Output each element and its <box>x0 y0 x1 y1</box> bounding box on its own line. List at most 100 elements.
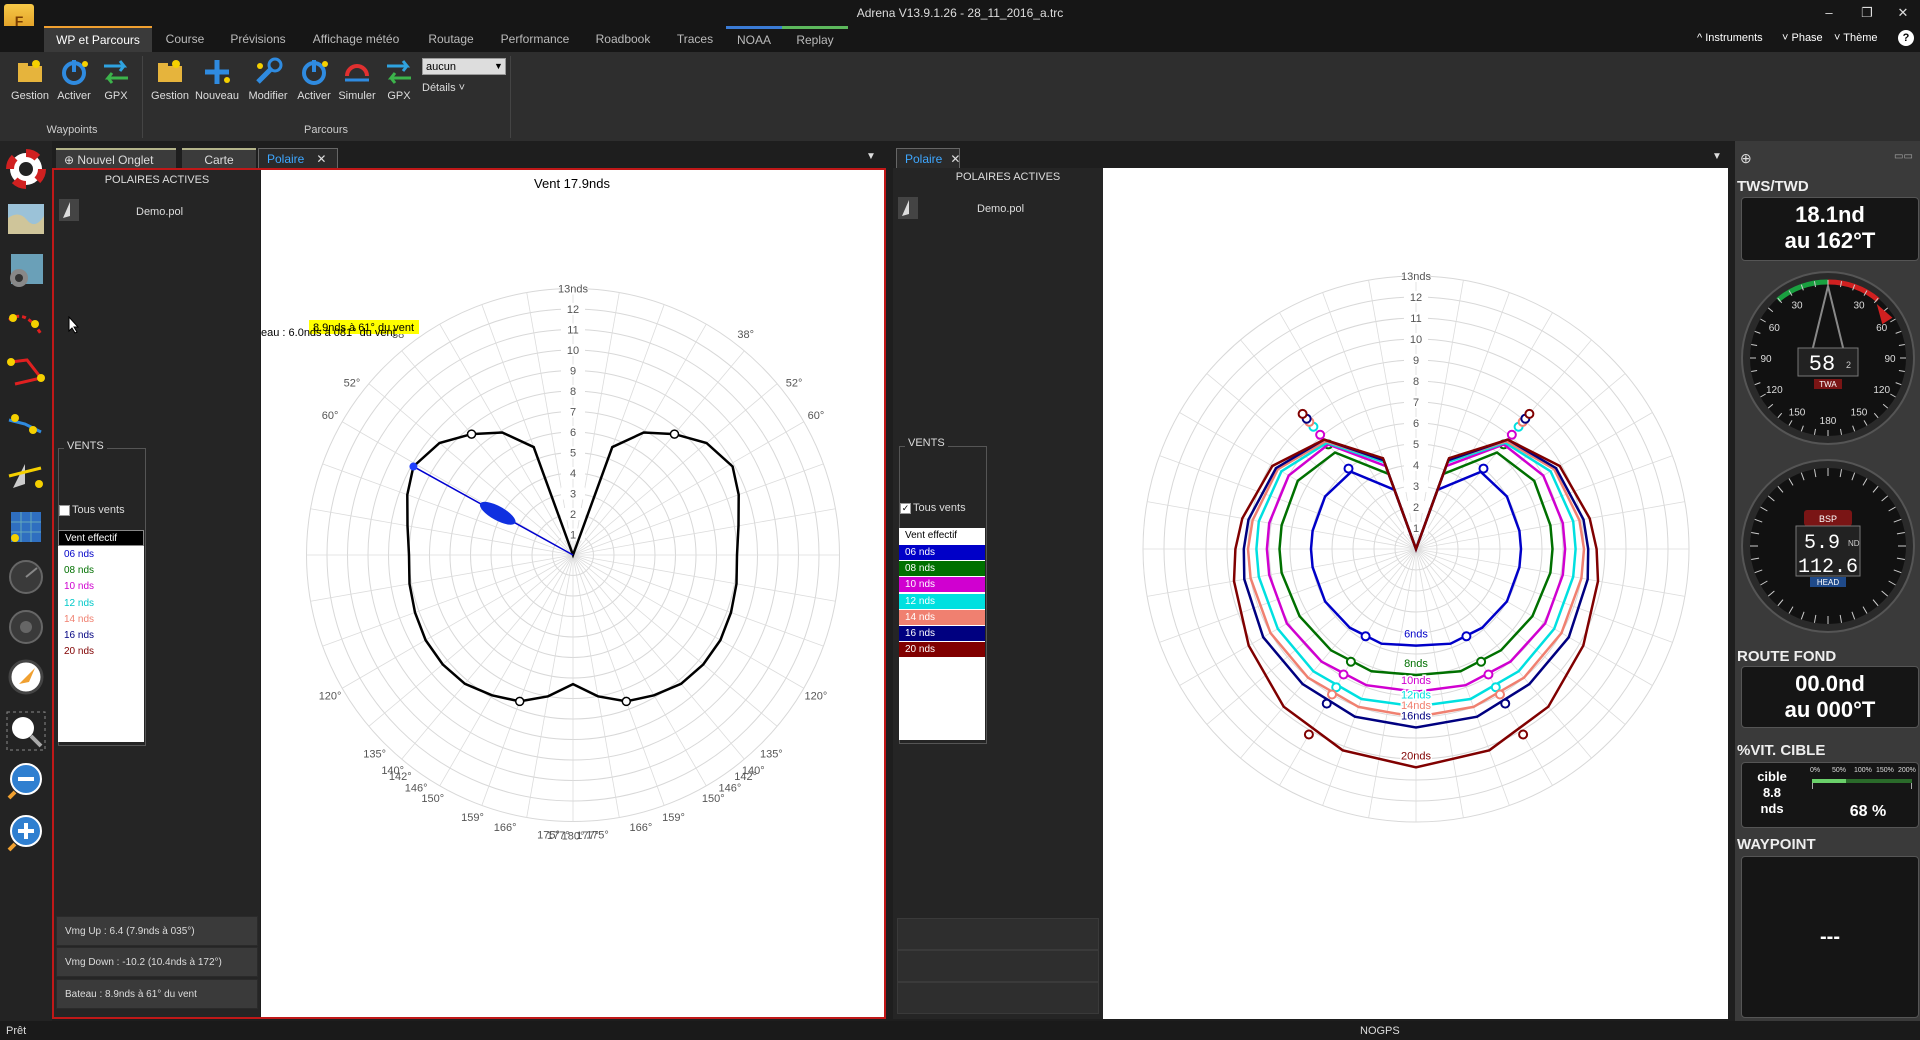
settings-map-icon[interactable] <box>5 250 47 292</box>
wind-item[interactable]: 08 nds <box>899 561 985 578</box>
help-button[interactable]: ? <box>1898 30 1914 46</box>
compass-icon[interactable] <box>5 656 47 698</box>
radial-tick-label: 11 <box>1410 313 1421 325</box>
tws-value: 18.1nd <box>1795 202 1865 227</box>
close-tab-icon[interactable]: ✕ <box>950 152 960 166</box>
wind-item[interactable]: 06 nds <box>899 545 985 561</box>
tws-readout[interactable]: 18.1nd au 162°T <box>1741 197 1919 261</box>
gauge-icon[interactable] <box>5 556 47 598</box>
vmg-point <box>1303 729 1314 740</box>
waypoints-gestion-button[interactable]: Gestion <box>8 56 52 102</box>
polar-file-icon[interactable] <box>897 196 919 220</box>
wind-item[interactable]: 20 nds <box>58 644 144 660</box>
target-readout[interactable]: cible 8.8 nds 0% 50% 100% 150% 200% 68 % <box>1741 762 1919 828</box>
map-icon[interactable] <box>5 198 47 240</box>
wind-item[interactable]: 16 nds <box>58 628 144 644</box>
twa-gauge[interactable]: 30 60 90 120 150 180 150 120 90 60 30 58 2 TWA <box>1738 268 1918 448</box>
dial-icon[interactable] <box>5 606 47 648</box>
angle-label: 142° <box>389 771 412 783</box>
vmg-point <box>1495 689 1505 700</box>
parcours-simuler-button[interactable]: Simuler <box>334 56 380 102</box>
tab-noaa[interactable]: NOAA <box>726 26 782 55</box>
tab-affichage-meteo[interactable]: Affichage météo <box>304 26 408 52</box>
route-edit-icon[interactable] <box>5 350 47 392</box>
polar-file-name[interactable]: Demo.pol <box>977 203 1024 215</box>
tab-roadbook[interactable]: Roadbook <box>586 26 660 52</box>
tab-polaire-left[interactable]: Polaire ✕ <box>258 148 338 168</box>
tab-polaire-right[interactable]: Polaire ✕ <box>896 148 960 168</box>
add-instrument-icon[interactable]: ⊕ <box>1740 150 1752 167</box>
boat-icon <box>479 501 516 525</box>
tab-course[interactable]: Course <box>158 26 212 52</box>
wind-item[interactable]: 14 nds <box>58 612 144 628</box>
waypoints-activer-button[interactable]: Activer <box>54 56 94 102</box>
zoom-icon[interactable] <box>5 710 47 752</box>
wind-item[interactable]: 14 nds <box>899 609 985 626</box>
cog-readout[interactable]: 00.0nd au 000°T <box>1741 666 1919 728</box>
tous-vents-checkbox[interactable] <box>59 505 70 516</box>
parcours-group-label: Parcours <box>303 124 349 136</box>
radial-tick-label: 1 <box>570 530 576 542</box>
wind-header[interactable]: Vent effectif <box>58 530 144 546</box>
tab-routage[interactable]: Routage <box>418 26 484 52</box>
polar-file-icon[interactable] <box>58 198 80 222</box>
gps-status: NOGPS <box>1360 1025 1400 1037</box>
tab-traces[interactable]: Traces <box>670 26 720 52</box>
waypoint-readout[interactable]: --- <box>1741 856 1919 1018</box>
angle-label: 166° <box>494 822 517 834</box>
tous-vents-checkbox[interactable]: ✓ <box>900 503 911 514</box>
phase-menu[interactable]: ˅ Phase <box>1782 32 1823 44</box>
vmg-down-readout <box>897 950 1099 982</box>
theme-menu[interactable]: ˅ Thème <box>1834 32 1878 44</box>
tab-nouvel-onglet[interactable]: ⊕ Nouvel Onglet <box>56 148 176 168</box>
parcours-gestion-button[interactable]: Gestion <box>148 56 192 102</box>
wind-item[interactable]: 20 nds <box>899 642 985 659</box>
bsp-head-gauge[interactable]: BSP 5.9 ND 112.6 HEAD <box>1738 456 1918 636</box>
left-polar-chart[interactable]: 1 2 3 4 5 6 7 8 9 10 11 12 13nds 38° 38° 52° 52° 60° 60° 12… <box>261 170 884 1017</box>
wind-item[interactable]: 12 nds <box>899 593 985 610</box>
wind-header[interactable]: Vent effectif <box>899 528 985 544</box>
wind-item[interactable]: 06 nds <box>58 547 144 563</box>
target-percent: 68 % <box>1849 803 1887 820</box>
parcours-gpx-button[interactable]: GPX <box>380 56 418 102</box>
restore-button[interactable]: ❐ <box>1852 3 1882 23</box>
waypoints-gpx-button[interactable]: GPX <box>96 56 136 102</box>
tab-dropdown-icon[interactable]: ▼ <box>866 151 876 162</box>
route-icon[interactable] <box>5 300 47 342</box>
parcours-modifier-button[interactable]: Modifier <box>244 56 292 102</box>
wind-item[interactable]: 08 nds <box>58 563 144 579</box>
details-button[interactable]: Détails ˅ <box>422 82 465 94</box>
wind-item[interactable]: 10 nds <box>899 577 985 594</box>
minimize-button[interactable]: – <box>1814 3 1844 23</box>
wind-item[interactable]: 10 nds <box>58 579 144 595</box>
route-blue-icon[interactable] <box>5 402 47 444</box>
zoom-out-icon[interactable] <box>5 760 47 802</box>
panel-options-icon[interactable]: ▭▭ <box>1894 151 1913 162</box>
grid-route-icon[interactable] <box>5 506 47 548</box>
target-label: cible <box>1757 769 1787 784</box>
radial-tick-label: 9 <box>570 366 576 378</box>
target-scale-ticks <box>1812 783 1912 789</box>
angle-label: 60° <box>808 410 825 422</box>
tab-previsions[interactable]: Prévisions <box>222 26 294 52</box>
tab-replay[interactable]: Replay <box>782 26 848 55</box>
boat-route-icon[interactable] <box>5 454 47 496</box>
wind-item[interactable]: 12 nds <box>58 596 144 612</box>
angle-label: 120° <box>805 690 828 702</box>
right-polar-chart[interactable]: 1 2 3 4 5 6 7 8 9 10 11 12 13nds 6nds 8nds 10nds 12nds 14… <box>1103 168 1728 1019</box>
zoom-in-icon[interactable] <box>5 812 47 854</box>
tab-dropdown-icon[interactable]: ▼ <box>1712 151 1722 162</box>
wind-item[interactable]: 16 nds <box>899 626 985 642</box>
polar-file-name[interactable]: Demo.pol <box>136 206 183 218</box>
tab-carte[interactable]: Carte <box>182 148 256 168</box>
parcours-activer-button[interactable]: Activer <box>294 56 334 102</box>
instruments-menu[interactable]: ^ Instruments <box>1697 32 1763 44</box>
parcours-nouveau-button[interactable]: Nouveau <box>194 56 240 102</box>
grid-spoke <box>572 554 665 806</box>
close-button[interactable]: ✕ <box>1888 3 1918 23</box>
tab-performance[interactable]: Performance <box>494 26 576 52</box>
folder-icon <box>154 56 186 88</box>
close-tab-icon[interactable]: ✕ <box>316 152 326 166</box>
lifebuoy-icon[interactable] <box>5 148 47 190</box>
tab-wp-parcours[interactable]: WP et Parcours <box>44 26 152 54</box>
